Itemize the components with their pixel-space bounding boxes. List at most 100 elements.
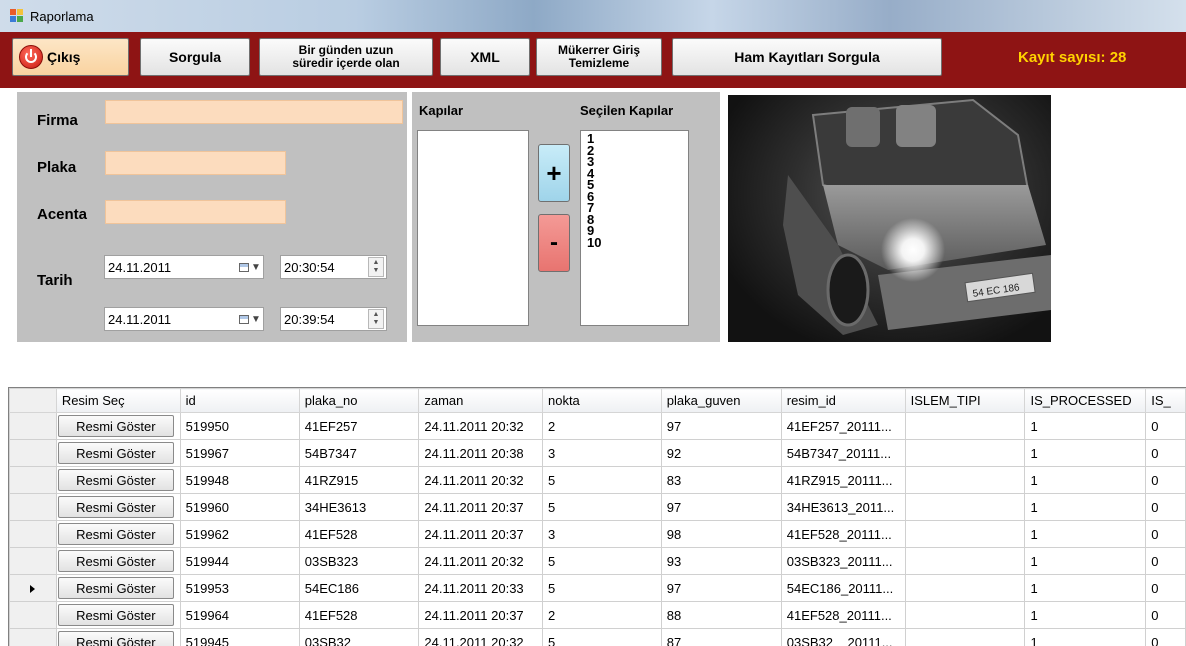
cell-zaman[interactable]: 24.11.2011 20:37 xyxy=(418,601,543,629)
cell-plaka-guven[interactable]: 93 xyxy=(660,547,782,575)
column-header[interactable]: ISLEM_TIPI xyxy=(904,388,1026,413)
cell-zaman[interactable]: 24.11.2011 20:37 xyxy=(418,493,543,521)
cell-id[interactable]: 519964 xyxy=(179,601,300,629)
available-doors-list[interactable] xyxy=(417,130,529,326)
spin-updown-icon[interactable]: ▲ ▼ xyxy=(368,257,384,277)
cell-resim-id[interactable]: 41RZ915_20111... xyxy=(780,466,906,494)
table-row[interactable]: Resmi Göster 519950 41EF257 24.11.2011 20:3… xyxy=(9,412,1186,440)
row-header[interactable] xyxy=(9,412,57,440)
table-row[interactable]: Resmi Göster 519948 41RZ915 24.11.2011 20:3… xyxy=(9,466,1186,494)
cell-nokta[interactable]: 5 xyxy=(541,547,662,575)
firma-input[interactable] xyxy=(105,100,403,124)
start-time-picker[interactable]: 20:30:54 ▲ ▼ xyxy=(280,255,387,279)
cell-zaman[interactable]: 24.11.2011 20:32 xyxy=(418,412,543,440)
show-image-button[interactable]: Resmi Göster xyxy=(57,577,174,599)
cell-plaka-no[interactable]: 41EF528 xyxy=(298,520,420,548)
spin-updown-icon[interactable]: ▲ ▼ xyxy=(368,309,384,329)
end-date-picker[interactable]: 24.11.2011 ▼ xyxy=(104,307,264,331)
cell-islem-tipi[interactable] xyxy=(904,574,1026,602)
cell-is-processed[interactable]: 1 xyxy=(1024,439,1147,467)
cell-resim-id[interactable]: 54B7347_20111... xyxy=(780,439,906,467)
list-item[interactable]: 5 xyxy=(587,178,688,190)
show-image-button[interactable]: Resmi Göster xyxy=(57,523,174,545)
show-image-button[interactable]: Resmi Göster xyxy=(57,442,174,464)
table-row[interactable]: Resmi Göster 519967 54B7347 24.11.2011 20:3… xyxy=(9,439,1186,467)
cell-is-processed[interactable]: 1 xyxy=(1024,412,1147,440)
list-item[interactable]: 9 xyxy=(587,224,688,236)
plaka-input[interactable] xyxy=(105,151,286,175)
cell-plaka-guven[interactable]: 88 xyxy=(660,601,782,629)
cell-resim-id[interactable]: 41EF257_20111... xyxy=(780,412,906,440)
cell-plaka-no[interactable]: 41EF257 xyxy=(298,412,420,440)
column-header[interactable]: id xyxy=(179,388,300,413)
results-grid[interactable]: Resim Seç id plaka_no zaman nokta plaka_… xyxy=(8,387,1186,646)
cell-plaka-no[interactable]: 03SB323 xyxy=(298,547,420,575)
cell-plaka-no[interactable]: 54B7347 xyxy=(298,439,420,467)
cell-is-processed[interactable]: 1 xyxy=(1024,493,1147,521)
exit-button[interactable]: Çıkış xyxy=(12,38,129,76)
list-item[interactable]: 4 xyxy=(587,167,688,179)
cell-id[interactable]: 519948 xyxy=(179,466,300,494)
cell-zaman[interactable]: 24.11.2011 20:37 xyxy=(418,520,543,548)
cell-plaka-no[interactable]: 41EF528 xyxy=(298,601,420,629)
list-item[interactable]: 1 xyxy=(587,132,688,144)
cell-plaka-guven[interactable]: 97 xyxy=(660,574,782,602)
cell-is-processed[interactable]: 1 xyxy=(1024,466,1147,494)
cell-id[interactable]: 519962 xyxy=(179,520,300,548)
cell-nokta[interactable]: 3 xyxy=(541,439,662,467)
cell-is-processed[interactable]: 1 xyxy=(1024,628,1147,646)
cell-id[interactable]: 519950 xyxy=(179,412,300,440)
cell-plaka-no[interactable]: 54EC186 xyxy=(298,574,420,602)
cell-is-x[interactable]: 0 xyxy=(1145,439,1186,467)
cell-is-x[interactable]: 0 xyxy=(1145,601,1186,629)
cell-nokta[interactable]: 5 xyxy=(541,574,662,602)
list-item[interactable]: 10 xyxy=(587,236,688,248)
cell-plaka-guven[interactable]: 87 xyxy=(660,628,782,646)
row-header[interactable] xyxy=(9,493,57,521)
cell-plaka-no[interactable]: 34HE3613 xyxy=(298,493,420,521)
column-header[interactable]: IS_ xyxy=(1145,388,1186,413)
list-item[interactable]: 7 xyxy=(587,201,688,213)
cell-islem-tipi[interactable] xyxy=(904,547,1026,575)
show-image-button[interactable]: Resmi Göster xyxy=(57,496,174,518)
cell-is-x[interactable]: 0 xyxy=(1145,628,1186,646)
cell-id[interactable]: 519944 xyxy=(179,547,300,575)
remove-door-button[interactable]: - xyxy=(538,214,570,272)
column-header[interactable]: plaka_no xyxy=(298,388,420,413)
show-image-button[interactable]: Resmi Göster xyxy=(57,631,174,646)
cell-islem-tipi[interactable] xyxy=(904,601,1026,629)
calendar-dropdown-icon[interactable]: ▼ xyxy=(237,308,263,330)
table-row[interactable]: Resmi Göster 519964 41EF528 24.11.2011 20:3… xyxy=(9,601,1186,629)
selected-doors-list[interactable]: 1 2 3 4 5 6 7 8 9 10 xyxy=(580,130,689,326)
table-row[interactable]: Resmi Göster 519945 03SB32 24.11.2011 20:32… xyxy=(9,628,1186,646)
cell-id[interactable]: 519960 xyxy=(179,493,300,521)
cell-is-processed[interactable]: 1 xyxy=(1024,574,1147,602)
cell-plaka-guven[interactable]: 83 xyxy=(660,466,782,494)
cell-plaka-no[interactable]: 03SB32 xyxy=(298,628,420,646)
table-row[interactable]: Resmi Göster 519960 34HE3613 24.11.2011 20:… xyxy=(9,493,1186,521)
cell-islem-tipi[interactable] xyxy=(904,628,1026,646)
cell-nokta[interactable]: 5 xyxy=(541,493,662,521)
cell-zaman[interactable]: 24.11.2011 20:33 xyxy=(418,574,543,602)
column-header[interactable]: Resim Seç xyxy=(55,388,181,413)
table-row[interactable]: Resmi Göster 519944 03SB323 24.11.2011 20:3… xyxy=(9,547,1186,575)
cell-nokta[interactable]: 2 xyxy=(541,412,662,440)
cell-id[interactable]: 519945 xyxy=(179,628,300,646)
cell-resim-id[interactable]: 41EF528_20111... xyxy=(780,601,906,629)
show-image-button[interactable]: Resmi Göster xyxy=(57,604,174,626)
cell-nokta[interactable]: 3 xyxy=(541,520,662,548)
row-header[interactable] xyxy=(9,628,57,646)
cell-is-x[interactable]: 0 xyxy=(1145,520,1186,548)
cell-plaka-guven[interactable]: 97 xyxy=(660,412,782,440)
column-header[interactable]: plaka_guven xyxy=(660,388,782,413)
cell-is-x[interactable]: 0 xyxy=(1145,493,1186,521)
cell-plaka-no[interactable]: 41RZ915 xyxy=(298,466,420,494)
cell-is-x[interactable]: 0 xyxy=(1145,574,1186,602)
row-header[interactable] xyxy=(9,547,57,575)
cell-plaka-guven[interactable]: 98 xyxy=(660,520,782,548)
cell-nokta[interactable]: 5 xyxy=(541,628,662,646)
cell-is-processed[interactable]: 1 xyxy=(1024,520,1147,548)
cell-nokta[interactable]: 5 xyxy=(541,466,662,494)
column-header[interactable]: resim_id xyxy=(780,388,906,413)
list-item[interactable]: 6 xyxy=(587,190,688,202)
